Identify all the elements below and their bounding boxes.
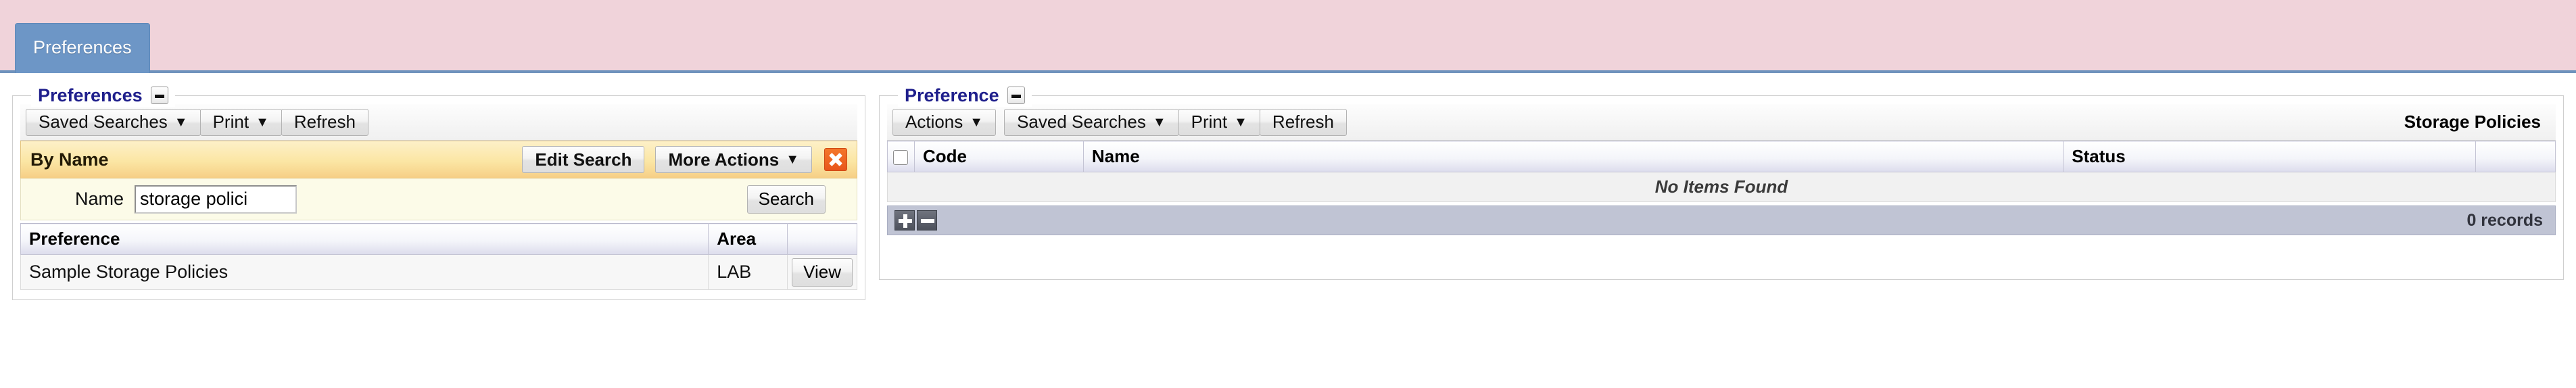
preferences-results-table: Preference Area Sample Storage Policies … [20, 223, 857, 290]
cell-preference: Sample Storage Policies [20, 254, 709, 290]
grid-empty-row: No Items Found [887, 172, 2556, 202]
print-button[interactable]: Print ▼ [1178, 108, 1260, 136]
chevron-down-icon: ▼ [786, 152, 799, 167]
preferences-toolbar: Saved Searches ▼ Print ▼ Refresh [20, 104, 857, 141]
saved-searches-button[interactable]: Saved Searches ▼ [26, 108, 201, 136]
print-label: Print [212, 112, 249, 132]
column-header-code[interactable]: Code [913, 141, 1084, 172]
preference-detail-panel: Preference Actions ▼ Saved Searches ▼ Pr… [879, 84, 2564, 280]
actions-label: Actions [905, 112, 963, 132]
storage-policies-grid: Code Name Status No Items Found [887, 141, 2556, 202]
saved-searches-button[interactable]: Saved Searches ▼ [1004, 108, 1179, 136]
actions-button[interactable]: Actions ▼ [892, 108, 997, 136]
plus-icon[interactable] [895, 210, 915, 231]
search-criteria-title: By Name [30, 149, 109, 170]
print-label: Print [1191, 112, 1228, 132]
minus-box-icon[interactable] [150, 87, 168, 104]
select-all-cell[interactable] [887, 141, 915, 172]
preferences-search-panel: Preferences Saved Searches ▼ Print ▼ Ref… [12, 84, 865, 300]
refresh-button[interactable]: Refresh [1259, 108, 1347, 136]
table-row[interactable]: Sample Storage Policies LAB View [20, 254, 857, 290]
chevron-down-icon: ▼ [174, 114, 188, 130]
preference-panel-title: Preference [905, 85, 999, 105]
cell-view-action: View [787, 254, 857, 290]
results-header-row: Preference Area [20, 223, 857, 255]
refresh-label: Refresh [293, 112, 356, 132]
more-actions-button[interactable]: More Actions ▼ [655, 146, 812, 173]
checkbox-unchecked-icon[interactable] [893, 150, 908, 166]
print-button[interactable]: Print ▼ [199, 108, 282, 136]
column-header-name[interactable]: Name [1082, 141, 2064, 172]
minus-box-icon[interactable] [1007, 87, 1025, 104]
preference-panel-legend: Preference [898, 84, 1032, 107]
chevron-down-icon: ▼ [1152, 114, 1166, 130]
edit-search-button[interactable]: Edit Search [522, 146, 645, 173]
name-field-label: Name [75, 189, 124, 209]
view-button[interactable]: View [792, 258, 853, 287]
refresh-label: Refresh [1272, 112, 1334, 132]
name-search-input[interactable] [135, 185, 297, 214]
search-criteria-body: Name Search [20, 178, 857, 220]
preferences-panel-title: Preferences [38, 85, 143, 105]
cell-area: LAB [708, 254, 788, 290]
column-header-area[interactable]: Area [708, 223, 788, 255]
refresh-button[interactable]: Refresh [281, 108, 368, 136]
minus-icon[interactable] [917, 210, 937, 231]
preferences-panel-legend: Preferences [31, 84, 175, 107]
chevron-down-icon: ▼ [256, 114, 269, 130]
tab-strip: Preferences [0, 0, 2576, 73]
no-items-found-message: No Items Found [887, 172, 2556, 202]
close-x-icon[interactable] [824, 148, 847, 171]
grid-header-row: Code Name Status [887, 141, 2556, 172]
column-header-preference[interactable]: Preference [20, 223, 709, 255]
search-criteria-header: By Name Edit Search More Actions ▼ [20, 141, 857, 178]
column-header-status[interactable]: Status [2063, 141, 2476, 172]
record-count-label: 0 records [2466, 210, 2543, 230]
column-header-extra [2475, 141, 2556, 172]
chevron-down-icon: ▼ [970, 114, 984, 130]
column-header-actions [787, 223, 857, 255]
chevron-down-icon: ▼ [1234, 114, 1247, 130]
grid-footer: 0 records [887, 205, 2556, 235]
saved-searches-label: Saved Searches [1017, 112, 1146, 132]
edit-search-label: Edit Search [535, 149, 632, 170]
more-actions-label: More Actions [668, 149, 780, 170]
search-button[interactable]: Search [746, 185, 826, 214]
storage-policies-label: Storage Policies [2404, 112, 2541, 132]
tab-preferences[interactable]: Preferences [15, 23, 150, 73]
preference-toolbar: Actions ▼ Saved Searches ▼ Print ▼ Refre… [887, 104, 2556, 141]
saved-searches-label: Saved Searches [39, 112, 168, 132]
